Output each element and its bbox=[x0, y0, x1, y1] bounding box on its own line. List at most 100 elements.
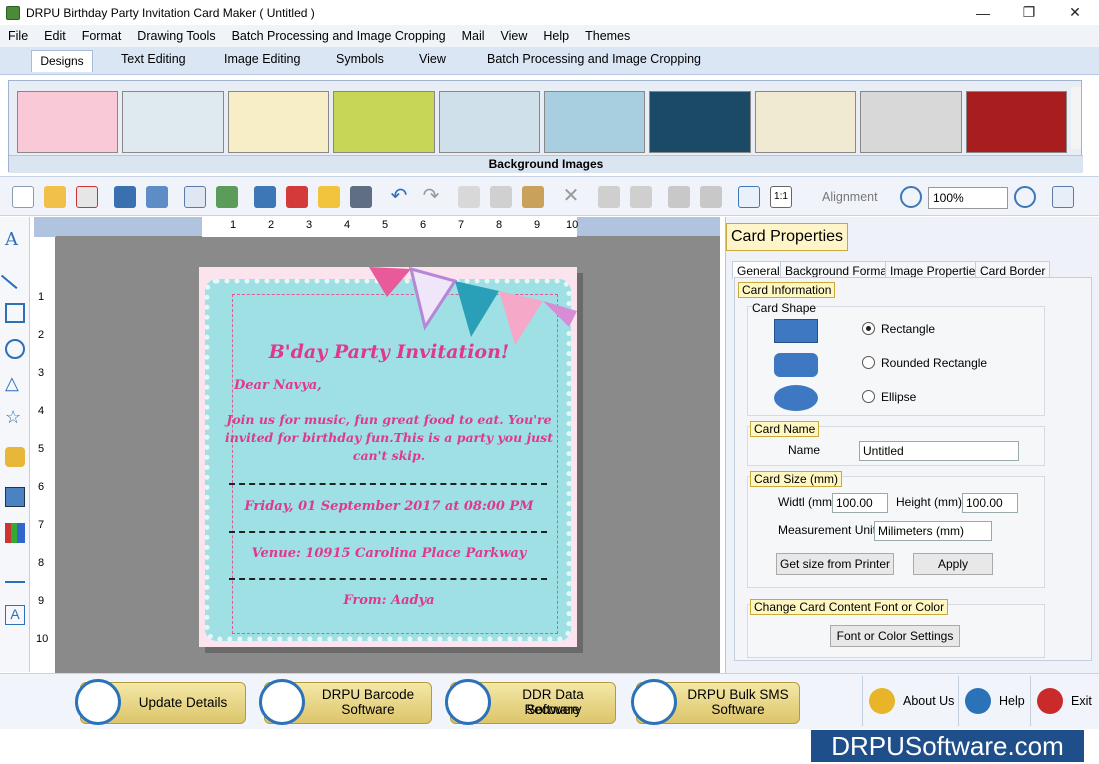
background-thumb[interactable] bbox=[860, 91, 962, 153]
rounded-rectangle-radio[interactable] bbox=[862, 356, 875, 369]
tab-text-editing[interactable]: Text Editing bbox=[121, 52, 186, 66]
line-tool-icon[interactable] bbox=[0, 260, 30, 290]
tab-image-editing[interactable]: Image Editing bbox=[224, 52, 300, 66]
maximize-button[interactable]: ❐ bbox=[1006, 0, 1052, 25]
signature-tool-icon[interactable] bbox=[5, 563, 25, 583]
actual-size-icon[interactable]: 1:1 bbox=[770, 186, 792, 208]
barcode-software-button[interactable]: DRPU Barcode Software bbox=[259, 679, 432, 725]
close-file-icon[interactable] bbox=[76, 186, 98, 208]
about-us-button[interactable]: About Us bbox=[862, 676, 958, 726]
measurement-unit-select[interactable]: Milimeters (mm) bbox=[874, 521, 992, 541]
library-tool-icon[interactable] bbox=[5, 523, 25, 543]
close-button[interactable]: ✕ bbox=[1052, 0, 1098, 25]
minimize-button[interactable]: — bbox=[960, 0, 1006, 25]
card-greeting[interactable]: Dear Navya, bbox=[234, 378, 322, 393]
copy-icon[interactable] bbox=[490, 186, 512, 208]
menu-mail[interactable]: Mail bbox=[454, 29, 493, 43]
card-body-line[interactable]: invited for birthday fun.This is a party… bbox=[219, 430, 559, 445]
triangle-tool-icon[interactable]: △ bbox=[5, 373, 25, 393]
delete-icon[interactable]: ✕ bbox=[560, 186, 582, 208]
update-details-button[interactable]: Update Details bbox=[75, 679, 246, 725]
export-icon[interactable] bbox=[254, 186, 276, 208]
menu-batch-processing[interactable]: Batch Processing and Image Cropping bbox=[224, 29, 454, 43]
card-from[interactable]: From: Aadya bbox=[219, 593, 559, 608]
tab-batch-processing[interactable]: Batch Processing and Image Cropping bbox=[487, 52, 701, 66]
ellipse-radio[interactable] bbox=[862, 390, 875, 403]
mail-icon[interactable] bbox=[318, 186, 340, 208]
card-title[interactable]: B'day Party Invitation! bbox=[219, 341, 559, 363]
redo-icon[interactable]: ↷ bbox=[420, 186, 442, 208]
invitation-card[interactable]: B'day Party Invitation! Dear Navya, Join… bbox=[199, 267, 577, 647]
edit-icon[interactable] bbox=[1052, 186, 1074, 208]
text-tool-icon[interactable]: A bbox=[5, 229, 25, 250]
send-back-icon[interactable] bbox=[630, 186, 652, 208]
zoom-in-icon[interactable] bbox=[900, 186, 922, 208]
ellipse-tool-icon[interactable] bbox=[5, 339, 25, 359]
tab-symbols[interactable]: Symbols bbox=[336, 52, 384, 66]
card-venue[interactable]: Venue: 10915 Carolina Place Parkway bbox=[219, 546, 559, 561]
pdf-icon[interactable] bbox=[286, 186, 308, 208]
card-body-line[interactable]: can't skip. bbox=[219, 448, 559, 463]
ellipse-shape-icon[interactable] bbox=[774, 385, 818, 411]
recovery-label: Software bbox=[526, 702, 580, 717]
background-thumb[interactable] bbox=[754, 91, 857, 153]
new-icon[interactable] bbox=[12, 186, 34, 208]
alignment-dropdown[interactable]: Alignment bbox=[822, 190, 878, 204]
background-thumb[interactable] bbox=[122, 91, 224, 153]
card-name-input[interactable]: Untitled bbox=[859, 441, 1019, 461]
background-thumb[interactable] bbox=[649, 91, 751, 153]
background-thumb[interactable] bbox=[227, 91, 330, 153]
tab-view[interactable]: View bbox=[419, 52, 446, 66]
card-body-line[interactable]: Join us for music, fun great food to eat… bbox=[219, 412, 559, 427]
cut-icon[interactable] bbox=[458, 186, 480, 208]
save-as-icon[interactable] bbox=[146, 186, 168, 208]
rectangle-radio[interactable] bbox=[862, 322, 875, 335]
font-color-settings-button[interactable]: Font or Color Settings bbox=[830, 625, 960, 647]
background-thumb[interactable] bbox=[965, 91, 1068, 153]
paste-icon[interactable] bbox=[522, 186, 544, 208]
width-input[interactable]: 100.00 bbox=[832, 493, 888, 513]
exit-button[interactable]: Exit bbox=[1030, 676, 1096, 726]
menu-view[interactable]: View bbox=[493, 29, 536, 43]
save-icon[interactable] bbox=[114, 186, 136, 208]
height-input[interactable]: 100.00 bbox=[962, 493, 1018, 513]
lock-icon[interactable] bbox=[668, 186, 690, 208]
open-icon[interactable] bbox=[44, 186, 66, 208]
fit-icon[interactable] bbox=[738, 186, 760, 208]
menu-format[interactable]: Format bbox=[74, 29, 130, 43]
apply-button[interactable]: Apply bbox=[913, 553, 993, 575]
background-thumb[interactable] bbox=[17, 91, 119, 153]
bulk-sms-button[interactable]: DRPU Bulk SMS Software bbox=[631, 679, 800, 725]
undo-icon[interactable]: ↶ bbox=[388, 186, 410, 208]
background-thumb[interactable] bbox=[544, 91, 646, 153]
properties-icon[interactable] bbox=[184, 186, 206, 208]
wordart-tool-icon[interactable]: A bbox=[5, 605, 25, 625]
image-icon[interactable] bbox=[216, 186, 238, 208]
background-thumb[interactable] bbox=[438, 91, 541, 153]
menu-themes[interactable]: Themes bbox=[577, 29, 638, 43]
gallery-scrollbar[interactable] bbox=[1071, 87, 1081, 149]
menu-edit[interactable]: Edit bbox=[36, 29, 74, 43]
rectangle-tool-icon[interactable] bbox=[5, 303, 25, 323]
image-tool-icon[interactable] bbox=[5, 487, 25, 507]
height-unit-label: (mm) bbox=[934, 495, 962, 509]
print-icon[interactable] bbox=[350, 186, 372, 208]
zoom-out-icon[interactable] bbox=[1014, 186, 1036, 208]
shapes-tool-icon[interactable] bbox=[5, 447, 25, 467]
menu-drawing-tools[interactable]: Drawing Tools bbox=[129, 29, 223, 43]
zoom-select[interactable]: 100% bbox=[928, 187, 1008, 209]
menu-file[interactable]: File bbox=[0, 29, 36, 43]
tab-designs[interactable]: Designs bbox=[31, 50, 93, 72]
background-thumb[interactable] bbox=[333, 91, 435, 153]
get-size-from-printer-button[interactable]: Get size from Printer bbox=[776, 553, 894, 575]
rectangle-shape-icon[interactable] bbox=[774, 319, 818, 343]
card-date[interactable]: Friday, 01 September 2017 at 08:00 PM bbox=[219, 499, 559, 514]
help-button[interactable]: Help bbox=[958, 676, 1030, 726]
unlock-icon[interactable] bbox=[700, 186, 722, 208]
rounded-rectangle-shape-icon[interactable] bbox=[774, 353, 818, 377]
data-recovery-button[interactable]: DDR Data Recovery Software bbox=[445, 679, 616, 725]
star-tool-icon[interactable]: ☆ bbox=[5, 407, 25, 427]
bunting-flags[interactable] bbox=[359, 267, 577, 347]
menu-help[interactable]: Help bbox=[535, 29, 577, 43]
bring-front-icon[interactable] bbox=[598, 186, 620, 208]
